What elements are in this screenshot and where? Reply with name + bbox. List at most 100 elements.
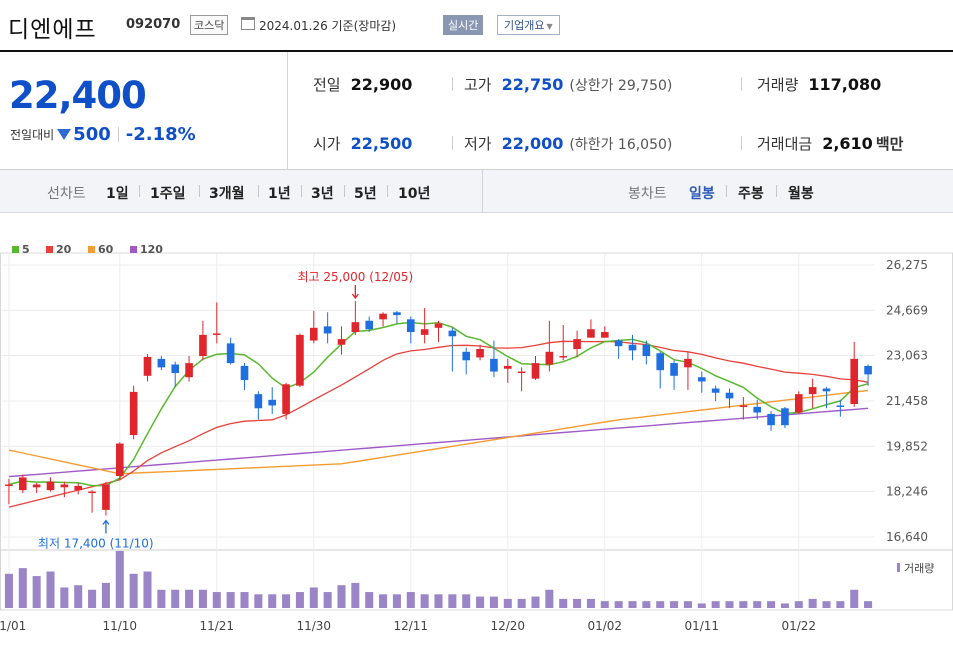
period-3m[interactable]: 3개월 bbox=[209, 183, 245, 203]
candle-body bbox=[670, 363, 678, 376]
candle-body bbox=[836, 405, 845, 407]
period-3y[interactable]: 3년 bbox=[311, 183, 334, 203]
volume: 거래량 117,080 bbox=[757, 74, 881, 95]
period-10y[interactable]: 10년 bbox=[398, 183, 430, 203]
candle-body bbox=[32, 484, 41, 488]
line-chart-label: 선차트 bbox=[47, 186, 86, 202]
candle-body bbox=[476, 348, 484, 358]
volume-bar bbox=[808, 598, 817, 608]
candle-body bbox=[171, 364, 180, 373]
candle-body bbox=[309, 327, 318, 341]
company-overview-label: 기업개요 bbox=[504, 19, 545, 32]
volume-value: 117,080 bbox=[808, 75, 882, 94]
period-1y[interactable]: 1년 bbox=[268, 183, 291, 203]
candle-body bbox=[102, 484, 110, 510]
volume-bar bbox=[392, 594, 401, 608]
company-overview-button[interactable]: 기업개요 ▼ bbox=[497, 15, 560, 35]
volume-bar bbox=[476, 596, 485, 608]
divider bbox=[776, 185, 777, 197]
volume-bar bbox=[351, 582, 360, 608]
chart-period-bar: 선차트 1일 1주일 3개월 1년 3년 5년 10년 봉차트 일봉 주봉 월봉 bbox=[0, 170, 953, 213]
amount-value: 2,610 bbox=[822, 134, 873, 153]
volume-bar bbox=[406, 592, 415, 608]
volume-bar bbox=[767, 601, 776, 608]
low-value: 22,000 bbox=[501, 134, 564, 153]
candle-body bbox=[531, 363, 540, 379]
volume-bar bbox=[739, 601, 748, 608]
divider bbox=[199, 185, 200, 197]
candle-monthly[interactable]: 월봉 bbox=[788, 183, 814, 203]
candle-body bbox=[337, 339, 346, 345]
volume-bar bbox=[531, 596, 540, 608]
y-tick-label: 19,852 bbox=[886, 439, 928, 453]
trade-amount: 거래대금 2,610 백만 bbox=[757, 133, 903, 154]
volume-bar bbox=[60, 587, 69, 608]
y-tick-label: 16,640 bbox=[886, 530, 928, 544]
prev-close-label: 전일 bbox=[313, 76, 341, 94]
open-label: 시가 bbox=[313, 135, 341, 153]
period-5y[interactable]: 5년 bbox=[354, 183, 377, 203]
volume-bar bbox=[157, 589, 166, 608]
x-tick-label: 01/22 bbox=[781, 619, 816, 633]
divider bbox=[258, 185, 259, 197]
candle-body bbox=[46, 481, 55, 491]
candle-body bbox=[240, 365, 249, 381]
volume-bar bbox=[628, 601, 637, 608]
volume-bar bbox=[198, 589, 207, 608]
x-tick-label: 11/10 bbox=[102, 619, 137, 633]
volume-bar bbox=[503, 598, 512, 608]
y-tick-label: 24,669 bbox=[886, 303, 928, 317]
max-annotation: 최고 25,000 (12/05) bbox=[298, 270, 414, 284]
candle-body bbox=[115, 443, 124, 477]
volume-bar bbox=[4, 573, 13, 608]
volume-bar bbox=[683, 601, 692, 608]
volume-bar bbox=[836, 601, 845, 608]
candle-body bbox=[490, 358, 498, 372]
x-tick-label: 11/30 bbox=[296, 619, 331, 633]
candlestick-chart: 26,275 24,669 23,063 21,458 19,852 18,246 16,6… bbox=[0, 213, 953, 650]
divider bbox=[741, 136, 742, 150]
legend-swatch bbox=[130, 246, 137, 253]
period-1w[interactable]: 1주일 bbox=[150, 183, 186, 203]
candle-body bbox=[282, 384, 290, 414]
volume-label: 거래량 bbox=[757, 76, 799, 94]
volume-bar bbox=[254, 594, 263, 608]
candle-body bbox=[199, 334, 207, 357]
candle-body bbox=[448, 330, 457, 337]
volume-bar bbox=[670, 601, 679, 608]
candle-body bbox=[600, 332, 609, 338]
candle-body bbox=[420, 329, 429, 335]
candle-body bbox=[711, 388, 720, 393]
volume-bar bbox=[32, 576, 41, 608]
candle-body bbox=[462, 351, 471, 361]
change-label: 전일대비 bbox=[10, 128, 55, 142]
volume-bar bbox=[185, 589, 194, 608]
volume-bar bbox=[212, 592, 221, 608]
candle-body bbox=[517, 371, 526, 374]
open-value: 22,500 bbox=[350, 134, 413, 153]
candle-weekly[interactable]: 주봉 bbox=[738, 183, 764, 203]
candle-daily[interactable]: 일봉 bbox=[689, 183, 715, 203]
y-tick-label: 23,063 bbox=[886, 349, 928, 363]
volume-bar bbox=[46, 571, 55, 608]
chart-svg: 26,275 24,669 23,063 21,458 19,852 18,246 16,6… bbox=[0, 243, 953, 633]
volume-bar bbox=[489, 596, 498, 608]
candle-body bbox=[185, 363, 193, 378]
volume-bar bbox=[656, 601, 665, 608]
volume-bar bbox=[614, 601, 623, 608]
volume-bar bbox=[780, 603, 789, 608]
calendar-icon bbox=[241, 17, 255, 30]
lower-limit: (하한가 16,050) bbox=[569, 137, 673, 153]
candle-body bbox=[406, 319, 415, 333]
candle-body bbox=[573, 339, 581, 349]
volume-bar bbox=[337, 585, 346, 608]
realtime-button[interactable]: 실시간 bbox=[443, 15, 484, 35]
min-annotation: 최저 17,400 (11/10) bbox=[38, 537, 154, 551]
volume-bar bbox=[573, 598, 582, 608]
volume-bar bbox=[309, 587, 318, 608]
stock-code: 092070 bbox=[126, 17, 181, 32]
candle-body bbox=[393, 312, 401, 316]
period-1d[interactable]: 1일 bbox=[106, 183, 129, 203]
y-tick-label: 26,275 bbox=[886, 258, 928, 272]
candle-body bbox=[642, 344, 651, 357]
